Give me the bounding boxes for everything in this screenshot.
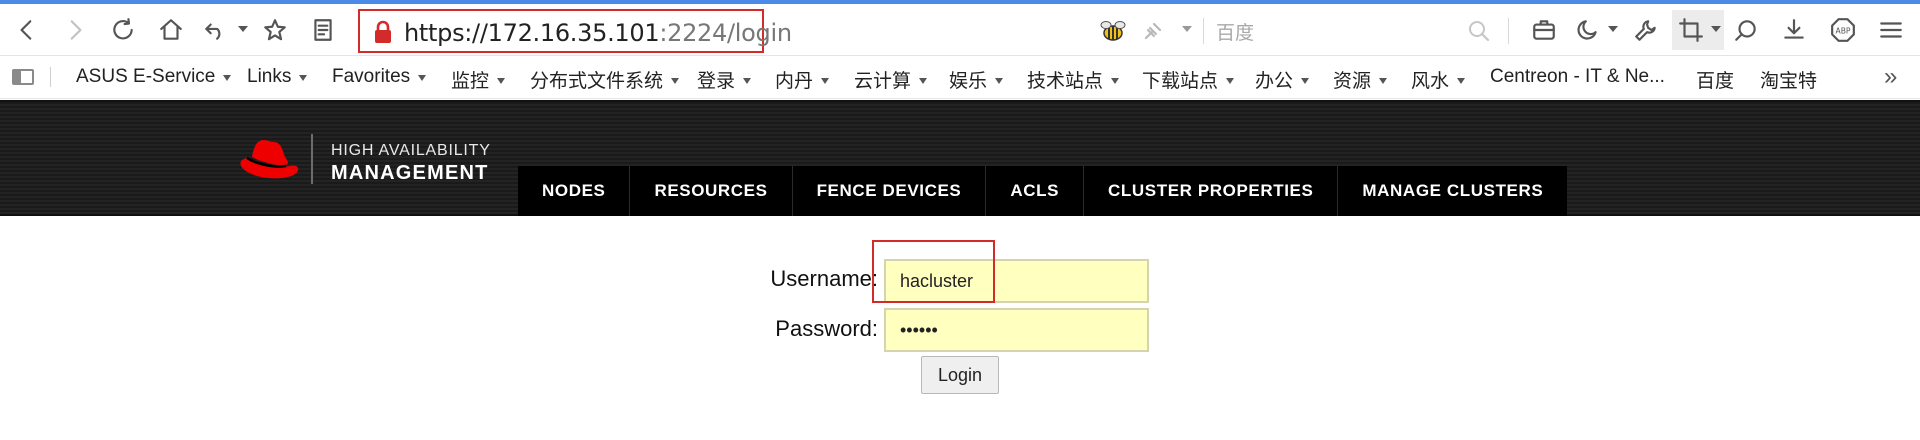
headset-icon[interactable] <box>1727 10 1765 50</box>
dropdown-arrow-icon <box>418 75 427 81</box>
dropdown-arrow-icon <box>919 77 928 84</box>
crop-dropdown-icon[interactable] <box>1711 26 1721 32</box>
bookmark-label: 技术站点 <box>1027 71 1104 92</box>
bookmark-item[interactable]: 云计算 <box>854 66 928 93</box>
nav-tab-cluster-properties[interactable]: CLUSTER PROPERTIES <box>1084 166 1339 216</box>
bookmark-label: 监控 <box>451 71 490 92</box>
menu-icon[interactable] <box>1872 10 1910 50</box>
password-label: Password: <box>775 316 878 341</box>
bookmark-item[interactable]: 登录 <box>697 66 752 93</box>
dropdown-arrow-icon <box>1379 77 1388 84</box>
app-header: HIGH AVAILABILITY MANAGEMENT NODES RESOU… <box>0 100 1920 216</box>
bookmark-item[interactable]: Links <box>247 66 308 88</box>
reload-icon[interactable] <box>104 10 142 50</box>
wrench-icon[interactable] <box>1627 10 1665 50</box>
lock-icon <box>375 20 391 43</box>
bookmark-item[interactable]: 技术站点 <box>1027 66 1120 93</box>
bookmark-item[interactable]: 监控 <box>451 66 506 93</box>
forward-icon[interactable] <box>56 10 94 50</box>
sidebar-toggle-icon[interactable] <box>12 69 34 85</box>
home-icon[interactable] <box>152 10 190 50</box>
undo-icon[interactable] <box>196 10 234 50</box>
bookmark-label: 淘宝特 <box>1760 71 1818 92</box>
nav-tab-manage-clusters[interactable]: MANAGE CLUSTERS <box>1338 166 1567 216</box>
bookmark-label: Centreon - IT & Ne... <box>1490 66 1665 87</box>
dropdown-arrow-icon <box>821 77 830 84</box>
bookmark-label: 风水 <box>1411 71 1450 92</box>
dropdown-arrow-icon <box>1301 77 1310 84</box>
bookmark-item[interactable]: Centreon - IT & Ne... <box>1490 66 1665 88</box>
bookmarks-overflow-icon[interactable]: » <box>1884 63 1897 91</box>
bookmark-item[interactable]: 风水 <box>1411 66 1466 93</box>
dropdown-arrow-icon <box>1457 77 1466 84</box>
bookmark-item[interactable]: 内丹 <box>775 66 830 93</box>
bookmark-label: 娱乐 <box>949 71 988 92</box>
logo-title-line1: HIGH AVAILABILITY <box>331 142 491 159</box>
dropdown-arrow-icon <box>223 75 232 81</box>
nav-tab-resources[interactable]: RESOURCES <box>630 166 793 216</box>
nav-tab-nodes[interactable]: NODES <box>518 166 631 216</box>
dropdown-arrow-icon <box>743 77 752 84</box>
bookmark-item[interactable]: 娱乐 <box>949 66 1004 93</box>
bookmark-label: 下载站点 <box>1142 71 1219 92</box>
bookmark-label: 资源 <box>1333 71 1372 92</box>
main-nav: NODES RESOURCES FENCE DEVICES ACLS CLUST… <box>518 166 1568 216</box>
bookmark-item[interactable]: Favorites <box>332 66 427 88</box>
browser-toolbar: https://172.16.35.101:2224/login 百度 ABP <box>0 4 1920 56</box>
url-text: https://172.16.35.101:2224/login <box>404 19 792 47</box>
star-icon[interactable] <box>256 10 294 50</box>
redhat-logo-icon[interactable] <box>238 136 300 182</box>
bookmark-label: Links <box>247 66 292 87</box>
dropdown-arrow-icon <box>995 77 1004 84</box>
bookmark-item[interactable]: 百度 <box>1696 66 1734 93</box>
bookmark-item[interactable]: ASUS E-Service <box>76 66 232 88</box>
bookmark-item[interactable]: 资源 <box>1333 66 1388 93</box>
bookmark-label: 登录 <box>697 71 736 92</box>
logo-divider <box>311 134 313 184</box>
bookmark-label: 云计算 <box>854 71 912 92</box>
plug-dropdown-icon[interactable] <box>1182 26 1192 32</box>
dropdown-arrow-icon <box>299 75 308 81</box>
back-icon[interactable] <box>8 10 46 50</box>
divider <box>50 67 51 87</box>
bookmark-label: 分布式文件系统 <box>530 71 664 92</box>
password-input[interactable] <box>884 308 1149 352</box>
reader-icon[interactable] <box>304 10 342 50</box>
dropdown-arrow-icon <box>1226 77 1235 84</box>
bookmark-label: ASUS E-Service <box>76 66 216 87</box>
nav-tab-fence-devices[interactable]: FENCE DEVICES <box>793 166 987 216</box>
address-bar[interactable]: https://172.16.35.101:2224/login <box>358 9 792 53</box>
download-icon[interactable] <box>1775 10 1813 50</box>
username-label: Username: <box>770 266 878 291</box>
logo-title-line2: MANAGEMENT <box>331 162 489 184</box>
divider <box>1203 18 1204 44</box>
bookmark-item[interactable]: 淘宝特 <box>1760 66 1817 93</box>
bookmark-item[interactable]: 分布式文件系统 <box>530 66 680 93</box>
username-input[interactable] <box>884 259 1149 303</box>
adblock-icon[interactable]: ABP <box>1824 10 1862 50</box>
dropdown-arrow-icon <box>671 77 680 84</box>
moon-icon[interactable] <box>1569 10 1607 50</box>
bookmark-label: 百度 <box>1696 71 1735 92</box>
bookmark-item[interactable]: 办公 <box>1255 66 1310 93</box>
bookmark-label: 内丹 <box>775 71 814 92</box>
svg-text:ABP: ABP <box>1836 26 1851 35</box>
undo-dropdown-icon[interactable] <box>238 26 248 32</box>
bookmark-item[interactable]: 下载站点 <box>1142 66 1235 93</box>
divider <box>1508 18 1509 44</box>
bookmarks-bar: ASUS E-Service Links Favorites 监控 分布式文件系统 登录 内… <box>0 57 1920 99</box>
briefcase-icon[interactable] <box>1525 10 1563 50</box>
plug-icon[interactable] <box>1140 18 1166 44</box>
nav-tab-acls[interactable]: ACLS <box>986 166 1085 216</box>
dropdown-arrow-icon <box>497 77 506 84</box>
moon-dropdown-icon[interactable] <box>1608 26 1618 32</box>
bee-icon[interactable] <box>1098 18 1128 44</box>
bookmark-label: Favorites <box>332 66 411 87</box>
dropdown-arrow-icon <box>1111 77 1120 84</box>
search-input[interactable]: 百度 <box>1216 18 1254 45</box>
search-icon[interactable] <box>1466 18 1492 44</box>
login-button[interactable]: Login <box>921 356 999 394</box>
bookmark-label: 办公 <box>1255 71 1294 92</box>
